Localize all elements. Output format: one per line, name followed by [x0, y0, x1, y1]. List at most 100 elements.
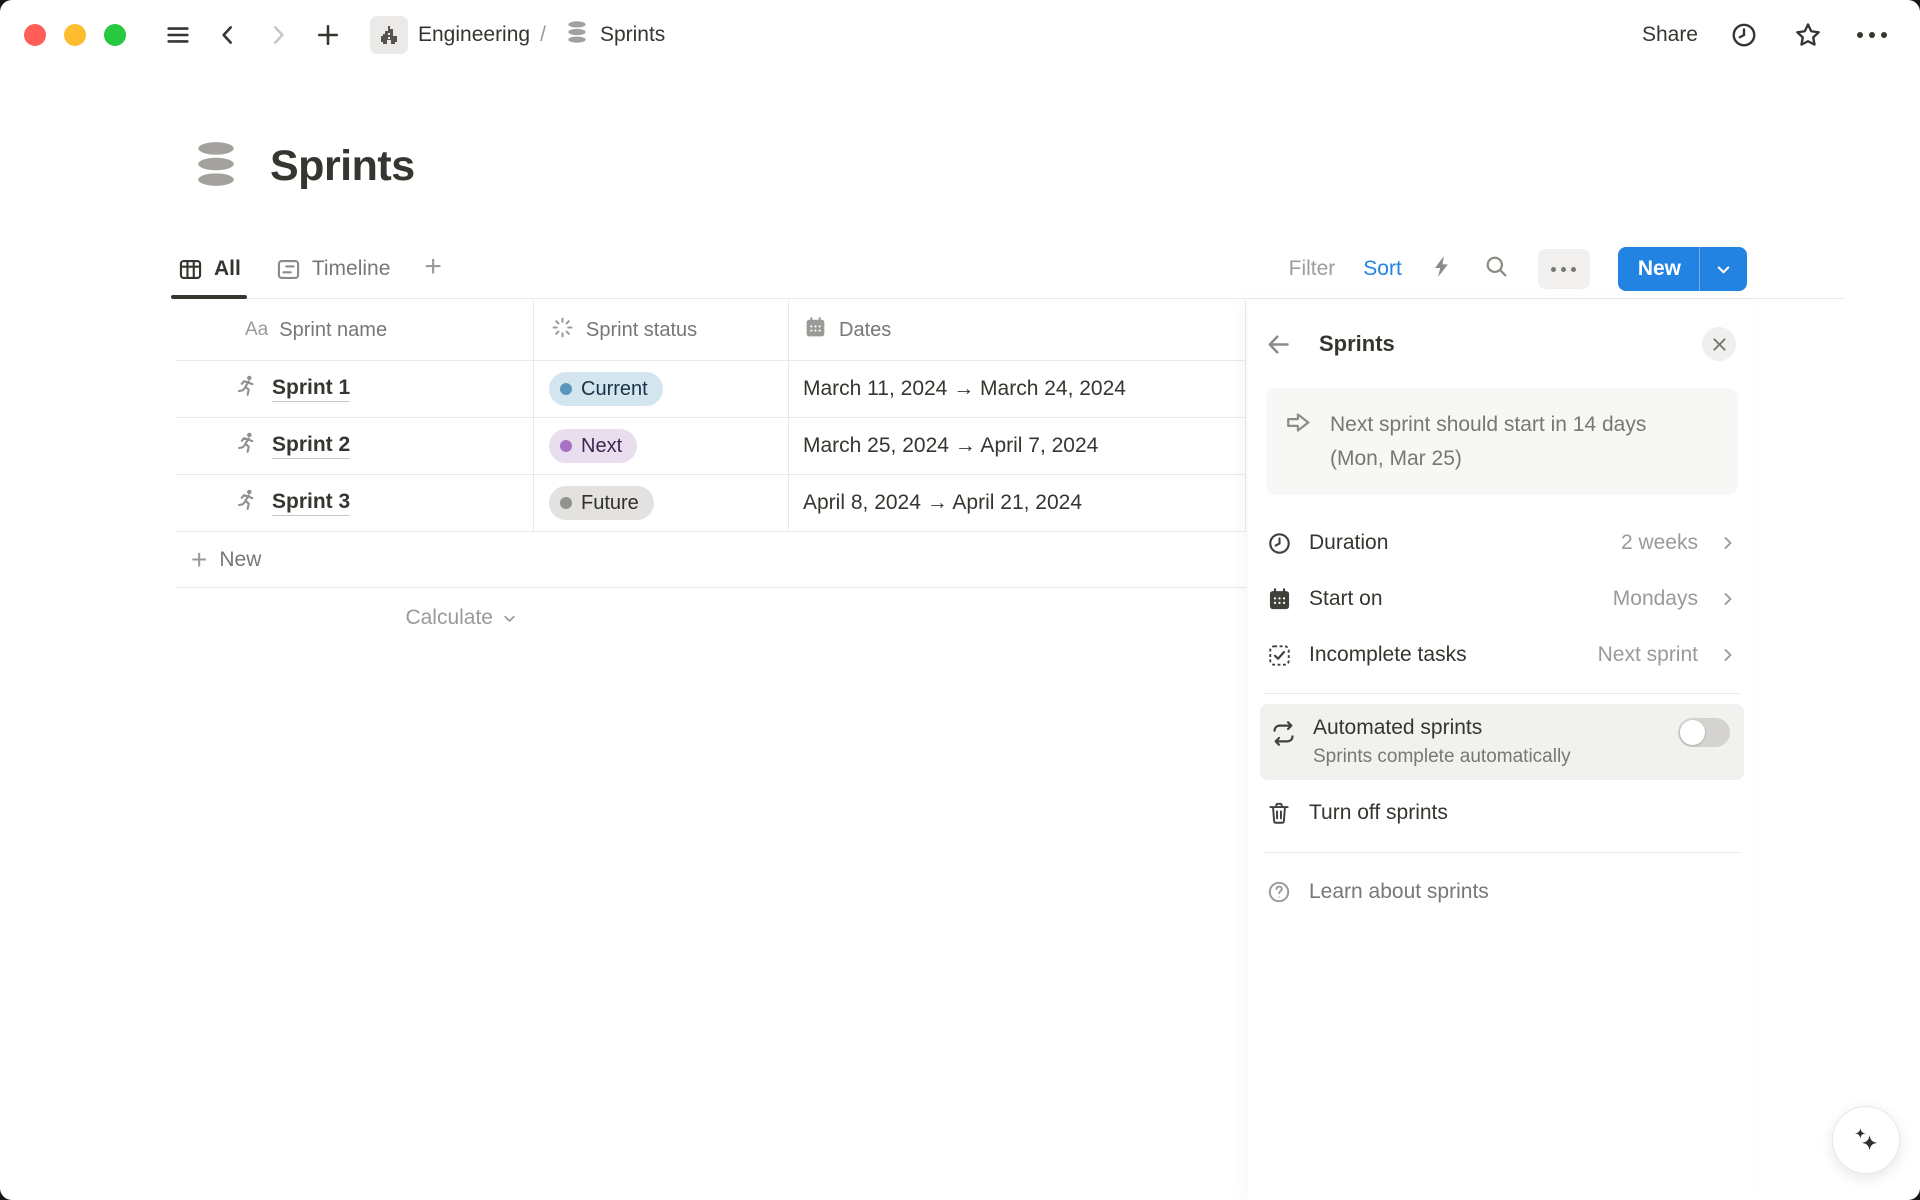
- tab-all[interactable]: All: [175, 240, 243, 298]
- status-badge[interactable]: Current: [549, 372, 663, 406]
- new-page-icon[interactable]: [310, 17, 346, 53]
- status-property-icon: [550, 315, 575, 346]
- sprint-status-cell[interactable]: Current: [534, 361, 789, 417]
- view-bar: All Timeline + Filter Sort New: [175, 240, 1845, 299]
- breadcrumb: Engineering / Sprints: [370, 16, 665, 54]
- table-row: Sprint 2 Next March 25, 2024 → April 7, …: [175, 418, 1246, 475]
- status-dot-icon: [560, 440, 572, 452]
- dates-cell[interactable]: April 8, 2024 → April 21, 2024: [789, 475, 1246, 531]
- sprint-name-cell[interactable]: Sprint 1: [175, 361, 534, 417]
- divider: [1264, 693, 1740, 694]
- panel-close-icon[interactable]: [1702, 327, 1736, 361]
- topbar: Engineering / Sprints Share: [0, 0, 1920, 70]
- sprint-name-cell[interactable]: Sprint 3: [175, 475, 534, 531]
- column-header-sprint-status[interactable]: Sprint status: [534, 300, 789, 360]
- ai-assistant-button[interactable]: [1832, 1106, 1900, 1174]
- panel-header: Sprints: [1248, 300, 1756, 388]
- learn-about-sprints-row[interactable]: Learn about sprints: [1248, 863, 1756, 921]
- sprint-name-link[interactable]: Sprint 1: [272, 376, 350, 402]
- panel-back-icon[interactable]: [1264, 330, 1293, 359]
- automations-bolt-icon[interactable]: [1430, 254, 1455, 284]
- updates-clock-icon[interactable]: [1726, 17, 1762, 53]
- sprint-run-icon: [233, 430, 260, 463]
- favorite-star-icon[interactable]: [1790, 17, 1826, 53]
- chevron-down-icon: [501, 610, 518, 627]
- notice-text: Next sprint should start in 14 days (Mon…: [1330, 408, 1700, 475]
- automated-sprints-label: Automated sprints: [1313, 716, 1662, 740]
- column-header-sprint-name[interactable]: Aa Sprint name: [175, 300, 534, 360]
- calculate-row: Calculate: [175, 588, 1246, 648]
- sprint-name-link[interactable]: Sprint 3: [272, 490, 350, 516]
- new-button[interactable]: New: [1618, 247, 1747, 291]
- close-window-button[interactable]: [24, 24, 46, 46]
- calculate-button[interactable]: Calculate: [175, 606, 518, 630]
- setting-row-duration[interactable]: Duration 2 weeks: [1266, 515, 1738, 571]
- table-header: Aa Sprint name Sprint status Dates: [175, 300, 1246, 361]
- clock-icon: [1266, 530, 1293, 557]
- setting-value: Mondays: [1613, 587, 1698, 611]
- forward-icon[interactable]: [260, 17, 296, 53]
- page-title-block: Sprints: [190, 138, 415, 195]
- divider: [1264, 852, 1740, 853]
- zoom-window-button[interactable]: [104, 24, 126, 46]
- question-icon: [1266, 879, 1292, 905]
- view-options-button[interactable]: [1538, 249, 1590, 289]
- calendar-icon: [1266, 586, 1293, 613]
- setting-value: 2 weeks: [1621, 531, 1698, 555]
- add-view-icon[interactable]: +: [422, 240, 444, 298]
- teamspace-icon[interactable]: [370, 16, 408, 54]
- automated-sprints-description: Sprints complete automatically: [1313, 746, 1662, 768]
- breadcrumb-separator: /: [540, 23, 546, 47]
- filter-button[interactable]: Filter: [1289, 257, 1336, 281]
- table-row: Sprint 3 Future April 8, 2024 → April 21…: [175, 475, 1246, 532]
- status-badge[interactable]: Future: [549, 486, 654, 520]
- new-row-button[interactable]: + New: [175, 532, 1246, 588]
- chevron-right-icon: [1718, 645, 1738, 665]
- breadcrumb-teamspace[interactable]: Engineering: [418, 23, 530, 47]
- new-dropdown-chevron-icon[interactable]: [1700, 260, 1747, 279]
- automated-sprints-toggle[interactable]: [1678, 718, 1730, 747]
- back-icon[interactable]: [210, 17, 246, 53]
- chevron-right-icon: [1718, 589, 1738, 609]
- table-row: Sprint 1 Current March 11, 2024 → March …: [175, 361, 1246, 418]
- new-button-label[interactable]: New: [1618, 257, 1699, 281]
- turn-off-sprints-row[interactable]: Turn off sprints: [1248, 784, 1756, 842]
- sprint-status-cell[interactable]: Future: [534, 475, 789, 531]
- sprints-table: Aa Sprint name Sprint status Dates: [175, 300, 1246, 648]
- sprint-status-cell[interactable]: Next: [534, 418, 789, 474]
- share-button[interactable]: Share: [1642, 23, 1698, 47]
- sprint-name-link[interactable]: Sprint 2: [272, 433, 350, 459]
- dates-cell[interactable]: March 25, 2024 → April 7, 2024: [789, 418, 1246, 474]
- status-dot-icon: [560, 383, 572, 395]
- minimize-window-button[interactable]: [64, 24, 86, 46]
- breadcrumb-page[interactable]: Sprints: [600, 23, 665, 47]
- sprint-run-icon: [233, 487, 260, 520]
- setting-value: Next sprint: [1598, 643, 1698, 667]
- tab-timeline[interactable]: Timeline: [273, 240, 393, 298]
- sort-button[interactable]: Sort: [1363, 257, 1402, 281]
- database-icon: [564, 19, 590, 51]
- automated-sprints-row[interactable]: Automated sprints Sprints complete autom…: [1260, 704, 1744, 780]
- sprint-settings-panel: Sprints Next sprint should start in 14 d…: [1248, 300, 1756, 1200]
- database-title-icon[interactable]: [190, 138, 242, 195]
- next-sprint-notice: Next sprint should start in 14 days (Mon…: [1266, 388, 1738, 495]
- window-controls: [24, 24, 126, 46]
- date-property-icon: [803, 315, 828, 346]
- column-header-dates[interactable]: Dates: [789, 300, 1246, 360]
- arrow-right-outline-icon: [1284, 408, 1313, 475]
- status-dot-icon: [560, 497, 572, 509]
- trash-icon: [1266, 800, 1292, 826]
- sprint-run-icon: [233, 373, 260, 406]
- panel-title: Sprints: [1319, 331, 1702, 357]
- sprint-name-cell[interactable]: Sprint 2: [175, 418, 534, 474]
- more-options-icon[interactable]: [1854, 17, 1890, 53]
- status-badge[interactable]: Next: [549, 429, 637, 463]
- sparkle-icon: [1849, 1123, 1883, 1157]
- sidebar-toggle-icon[interactable]: [160, 17, 196, 53]
- dates-cell[interactable]: March 11, 2024 → March 24, 2024: [789, 361, 1246, 417]
- setting-row-incomplete-tasks[interactable]: Incomplete tasks Next sprint: [1266, 627, 1738, 683]
- repeat-icon: [1270, 716, 1297, 768]
- chevron-right-icon: [1718, 533, 1738, 553]
- search-icon[interactable]: [1483, 253, 1510, 285]
- setting-row-start-on[interactable]: Start on Mondays: [1266, 571, 1738, 627]
